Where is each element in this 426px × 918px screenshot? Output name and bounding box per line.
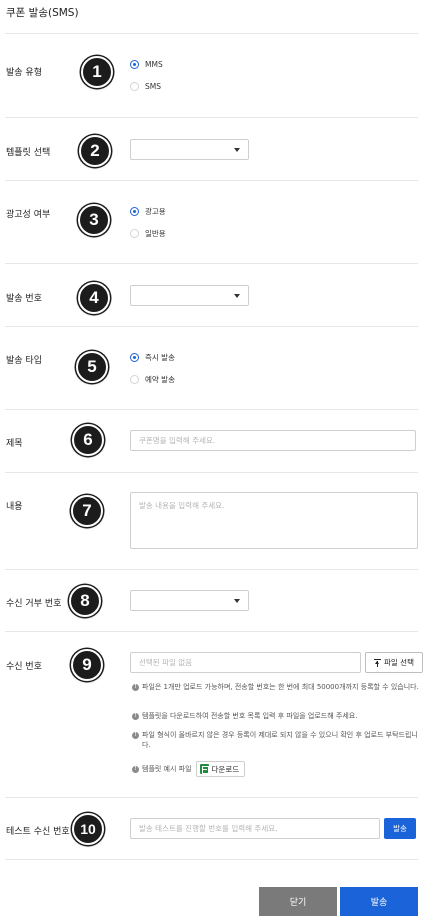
send-type-label: 발송 유형 xyxy=(6,68,42,78)
radio-label-immediate: 즉시 발송 xyxy=(145,353,175,362)
divider xyxy=(5,117,418,118)
template-file-label: 템플릿 예시 파일 xyxy=(142,765,192,773)
step-badge-9: 9 xyxy=(71,649,103,681)
divider xyxy=(5,409,418,410)
info-icon: ! xyxy=(132,684,139,691)
info-note-text: 템플릿을 다운로드하여 전송할 번호 목록 입력 후 파일을 업로드해 주세요. xyxy=(142,712,358,720)
info-note: ! 파일은 1개만 업로드 가능하며, 전송할 번호는 한 번에 최대 5000… xyxy=(132,683,422,693)
divider xyxy=(5,472,418,473)
upload-icon xyxy=(374,658,381,667)
subject-label: 제목 xyxy=(6,439,23,449)
step-badge-1: 1 xyxy=(81,56,113,88)
divider xyxy=(5,326,418,327)
radio-immediate[interactable]: 즉시 발송 xyxy=(130,352,175,363)
radio-checked-icon xyxy=(130,60,139,69)
step-badge-2: 2 xyxy=(79,135,111,167)
radio-general[interactable]: 일반용 xyxy=(130,228,166,239)
send-timing-label: 발송 타입 xyxy=(6,356,42,366)
info-icon: ! xyxy=(132,713,139,720)
radio-unchecked-icon xyxy=(130,229,139,238)
radio-label-ad: 광고용 xyxy=(145,207,166,216)
reject-number-label: 수신 거부 번호 xyxy=(6,599,62,609)
radio-unchecked-icon xyxy=(130,375,139,384)
radio-checked-icon xyxy=(130,207,139,216)
file-name-input xyxy=(130,652,361,673)
step-badge-6: 6 xyxy=(72,424,104,456)
spreadsheet-icon xyxy=(199,764,209,774)
divider xyxy=(5,569,418,570)
step-badge-4: 4 xyxy=(78,282,110,314)
chevron-down-icon xyxy=(234,148,240,152)
content-label: 내용 xyxy=(6,502,23,512)
divider xyxy=(5,797,418,798)
info-note-text: 파일 형식이 올바르지 않은 경우 등록이 제대로 되지 않을 수 있으니 확인… xyxy=(142,731,418,749)
divider xyxy=(5,180,418,181)
file-select-label: 파일 선택 xyxy=(384,658,414,667)
recipients-label: 수신 번호 xyxy=(6,662,42,672)
radio-label-general: 일반용 xyxy=(145,229,166,238)
file-select-button[interactable]: 파일 선택 xyxy=(365,652,423,673)
divider xyxy=(5,631,418,632)
test-number-label: 테스트 수신 번호 xyxy=(6,827,70,837)
download-button[interactable]: 다운로드 xyxy=(195,761,246,777)
radio-checked-icon xyxy=(130,353,139,362)
template-file-row: ! 템플릿 예시 파일 다운로드 xyxy=(132,761,246,777)
info-note-text: 파일은 1개만 업로드 가능하며, 전송할 번호는 한 번에 최대 50000개… xyxy=(142,683,419,691)
step-badge-8: 8 xyxy=(69,585,101,617)
sender-number-label: 발송 번호 xyxy=(6,294,42,304)
info-icon: ! xyxy=(132,732,139,739)
page-title: 쿠폰 발송(SMS) xyxy=(6,7,79,19)
step-badge-7: 7 xyxy=(71,495,103,527)
close-button[interactable]: 닫기 xyxy=(259,887,337,916)
chevron-down-icon xyxy=(234,294,240,298)
ad-flag-label: 광고성 여부 xyxy=(6,210,51,220)
info-icon: ! xyxy=(132,765,139,773)
sender-number-select[interactable] xyxy=(130,285,249,306)
chevron-down-icon xyxy=(234,599,240,603)
radio-sms[interactable]: SMS xyxy=(130,82,161,91)
step-badge-3: 3 xyxy=(78,204,110,236)
download-label: 다운로드 xyxy=(211,764,240,774)
step-badge-10: 10 xyxy=(72,813,104,845)
radio-mms[interactable]: MMS xyxy=(130,60,163,69)
step-badge-5: 5 xyxy=(76,351,108,383)
radio-label-sms: SMS xyxy=(145,82,161,91)
send-button[interactable]: 발송 xyxy=(340,887,418,916)
info-note: ! 파일 형식이 올바르지 않은 경우 등록이 제대로 되지 않을 수 있으니 … xyxy=(132,731,422,750)
test-send-button[interactable]: 발송 xyxy=(384,818,416,839)
divider xyxy=(5,33,418,34)
template-select[interactable] xyxy=(130,139,249,160)
reject-number-select[interactable] xyxy=(130,590,249,611)
info-note: ! 템플릿을 다운로드하여 전송할 번호 목록 입력 후 파일을 업로드해 주세… xyxy=(132,712,422,722)
divider xyxy=(5,263,418,264)
radio-scheduled[interactable]: 예약 발송 xyxy=(130,374,175,385)
subject-input[interactable] xyxy=(130,430,416,451)
test-number-input[interactable] xyxy=(130,818,380,839)
radio-ad[interactable]: 광고용 xyxy=(130,206,166,217)
radio-label-mms: MMS xyxy=(145,60,163,69)
template-select-label: 템플릿 선택 xyxy=(6,148,51,158)
radio-label-scheduled: 예약 발송 xyxy=(145,375,175,384)
divider xyxy=(5,859,418,860)
radio-unchecked-icon xyxy=(130,82,139,91)
content-textarea[interactable] xyxy=(130,492,418,549)
